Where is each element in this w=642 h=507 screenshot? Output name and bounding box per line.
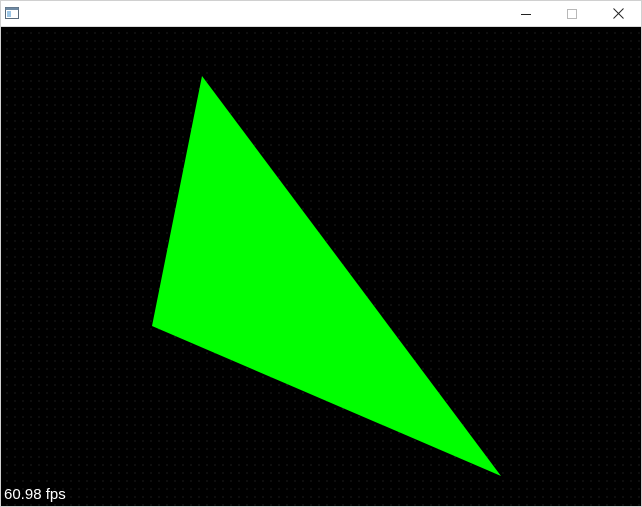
app-icon bbox=[5, 6, 19, 19]
app-window: 60.98 fps bbox=[0, 0, 642, 507]
scene-canvas bbox=[152, 76, 501, 476]
minimize-button[interactable] bbox=[503, 1, 549, 26]
minimize-icon bbox=[521, 13, 531, 15]
title-bar[interactable] bbox=[1, 1, 641, 27]
close-icon bbox=[612, 8, 624, 19]
fps-counter: 60.98 fps bbox=[4, 486, 66, 503]
maximize-button[interactable] bbox=[549, 1, 595, 26]
green-triangle bbox=[152, 76, 501, 476]
render-viewport[interactable]: 60.98 fps bbox=[1, 27, 641, 506]
close-button[interactable] bbox=[595, 1, 641, 26]
maximize-icon bbox=[567, 8, 577, 19]
